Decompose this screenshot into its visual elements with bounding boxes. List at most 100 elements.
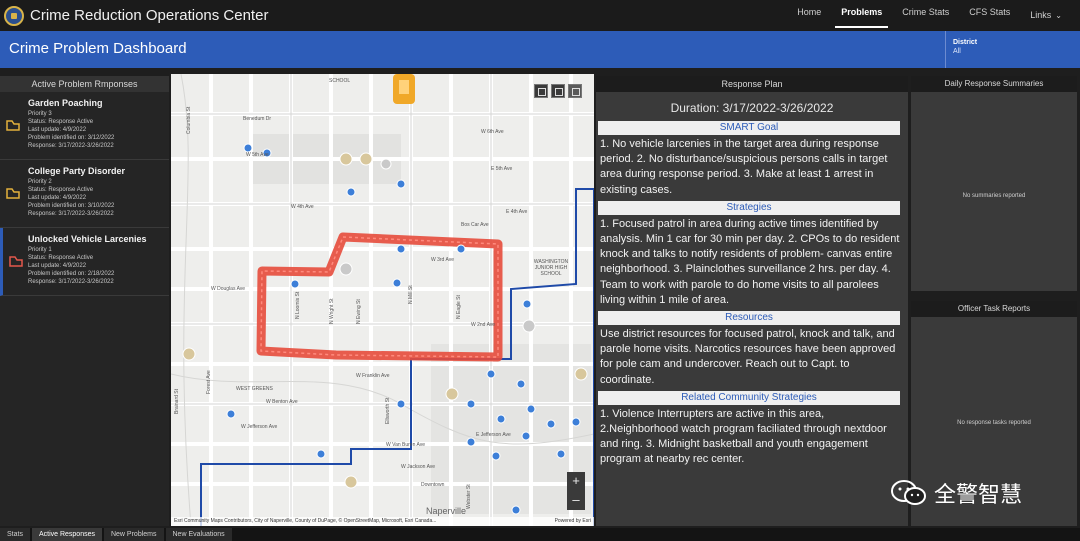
section-title: Strategies <box>598 200 900 215</box>
zoom-in-button[interactable]: + <box>567 472 585 491</box>
map-label-street: Bos Car Ave <box>461 222 489 228</box>
problem-identified: Problem identified on: 3/10/2022 <box>28 203 115 209</box>
problem-status: Status: Response Active <box>28 187 94 193</box>
nav-crime-stats[interactable]: Crime Stats <box>892 0 959 31</box>
wechat-icon <box>891 480 926 505</box>
map-label-street: W Jackson Ave <box>401 464 436 470</box>
district-value: All <box>953 48 961 55</box>
map-label-street: Columbia St <box>186 106 192 134</box>
problem-response: Response: 3/17/2022-3/26/2022 <box>28 143 114 149</box>
map-label-street: Webster St <box>466 484 472 509</box>
problem-item-college-party-disorder[interactable]: College Party Disorder Priority 2 Status… <box>0 160 169 228</box>
daily-summaries-empty: No summaries reported <box>962 193 1026 199</box>
tab-active-responses[interactable]: Active Responses <box>31 528 102 541</box>
map-label-street: Benedum Dr <box>243 116 272 122</box>
map-canvas <box>171 74 594 526</box>
active-problems-title: Active Problem Rmponses <box>0 76 169 92</box>
nav-home[interactable]: Home <box>787 0 831 31</box>
problem-item-unlocked-vehicle-larcenies[interactable]: Unlocked Vehicle Larcenies Priority 1 St… <box>0 228 169 296</box>
map-label-street: E Jefferson Ave <box>476 432 511 438</box>
section-text: 1. No vehicle larcenies in the target ar… <box>600 138 888 196</box>
problem-item-garden-poaching[interactable]: Garden Poaching Priority 3 Status: Respo… <box>0 92 169 160</box>
district-selector[interactable]: District All <box>945 31 1080 68</box>
map-label-place: WEST GREENS <box>236 386 273 392</box>
map-zoom-controls: + – <box>567 472 585 510</box>
district-label: District <box>953 39 978 46</box>
map-label-street: E 4th Ave <box>506 209 528 215</box>
problem-last-update: Last update: 4/9/2022 <box>28 195 87 201</box>
bottom-tabs: Stats Active Responses New Problems New … <box>0 528 1080 541</box>
map-label-street: Ellsworth St <box>385 397 391 424</box>
response-plan-panel: Response Plan Duration: 3/17/2022-3/26/2… <box>596 76 908 526</box>
tab-stats[interactable]: Stats <box>0 528 30 541</box>
watermark: 全警智慧 <box>890 477 1022 509</box>
map-grid-toggle-button[interactable] <box>568 84 582 98</box>
daily-summaries-panel: Daily Response Summaries No summaries re… <box>911 76 1077 291</box>
dashboard-header: Crime Problem Dashboard District All <box>0 31 1080 68</box>
section-text: 1. Focused patrol in area during active … <box>600 217 900 306</box>
problem-response: Response: 3/17/2022-3/26/2022 <box>28 211 114 217</box>
map-label-street: W 3rd Ave <box>431 257 454 263</box>
map-label-street: N Wright St <box>329 298 335 324</box>
polygon-icon <box>9 256 23 267</box>
map-label-street: W Franklin Ave <box>356 373 390 379</box>
map-label-place: Naperville <box>426 506 467 516</box>
top-bar: Crime Reduction Operations Center Home P… <box>0 0 1080 31</box>
map-label-place: SCHOOL <box>329 78 351 84</box>
nav-links-label: Links <box>1030 10 1052 20</box>
plan-section-resources: Resources Use district resources for foc… <box>596 311 908 388</box>
tab-new-evaluations[interactable]: New Evaluations <box>165 528 232 541</box>
map-label-street: Forest Ave <box>206 370 212 394</box>
map-label-place: Downtown <box>421 482 445 488</box>
officer-reports-title: Officer Task Reports <box>911 301 1077 317</box>
police-badge-icon <box>4 5 24 26</box>
polygon-icon <box>6 188 20 199</box>
page-title: Crime Problem Dashboard <box>9 40 187 57</box>
problem-priority: Priority 1 <box>28 247 52 253</box>
map-label-street: N Loomis St <box>295 291 301 319</box>
map-label-street: N Eagle St <box>456 295 462 319</box>
map-label-street: W 2nd Ave <box>471 322 496 328</box>
map-view-toggle-button[interactable] <box>534 84 548 98</box>
map-powered-by[interactable]: Powered by Esri <box>555 517 591 526</box>
tab-new-problems[interactable]: New Problems <box>103 528 164 541</box>
map-attribution-text: Esri Community Maps Contributors, City o… <box>174 518 437 524</box>
zoom-out-button[interactable]: – <box>567 491 585 510</box>
plan-section-community-strategies: Related Community Strategies 1. Violence… <box>596 390 908 468</box>
map-label-street: N Mill St <box>408 285 414 304</box>
app-root: Crime Reduction Operations Center Home P… <box>0 0 1080 541</box>
problem-identified: Problem identified on: 3/12/2022 <box>28 135 115 141</box>
map-label-street: W 4th Ave <box>291 204 314 210</box>
nav-problems[interactable]: Problems <box>831 0 892 31</box>
map-attribution: Esri Community Maps Contributors, City o… <box>171 517 594 526</box>
watermark-text: 全警智慧 <box>934 483 1023 508</box>
problem-name: Unlocked Vehicle Larcenies <box>28 234 147 244</box>
main-nav: Home Problems Crime Stats CFS Stats Link… <box>787 0 1080 31</box>
section-title: Resources <box>598 311 900 326</box>
plan-section-smart-goal: SMART Goal 1. No vehicle larcenies in th… <box>596 121 908 198</box>
section-title: Related Community Strategies <box>598 390 900 405</box>
map-label-street: W 5th Ave <box>246 152 269 158</box>
nav-cfs-stats[interactable]: CFS Stats <box>959 0 1020 31</box>
nav-links-dropdown[interactable]: Links ⌄ <box>1020 0 1080 31</box>
problem-status: Status: Response Active <box>28 255 94 261</box>
map-label-street: E 5th Ave <box>491 166 513 172</box>
daily-summaries-title: Daily Response Summaries <box>911 76 1077 92</box>
app-title: Crime Reduction Operations Center <box>30 7 269 24</box>
map-label-street: Brainard St <box>174 388 180 414</box>
map-layer-toggle-button[interactable] <box>551 84 565 98</box>
problem-identified: Problem identified on: 2/18/2022 <box>28 271 115 277</box>
problem-priority: Priority 2 <box>28 179 52 185</box>
polygon-icon <box>6 120 20 131</box>
plan-duration: Duration: 3/17/2022-3/26/2022 <box>670 101 834 115</box>
map-label-street: W 6th Ave <box>481 129 504 135</box>
section-title: SMART Goal <box>598 121 900 135</box>
plan-section-strategies: Strategies 1. Focused patrol in area dur… <box>596 200 908 308</box>
response-plan-title: Response Plan <box>596 76 908 92</box>
problem-name: College Party Disorder <box>28 166 126 176</box>
map-label-street: W Van Buren Ave <box>386 442 426 448</box>
problem-name: Garden Poaching <box>28 98 103 108</box>
map-view[interactable]: Benedum Dr W 6th Ave W 5th Ave W 4th Ave… <box>171 74 594 526</box>
map-label-place: WASHINGTON JUNIOR HIGH SCHOOL <box>533 259 569 277</box>
problem-priority: Priority 3 <box>28 111 52 117</box>
